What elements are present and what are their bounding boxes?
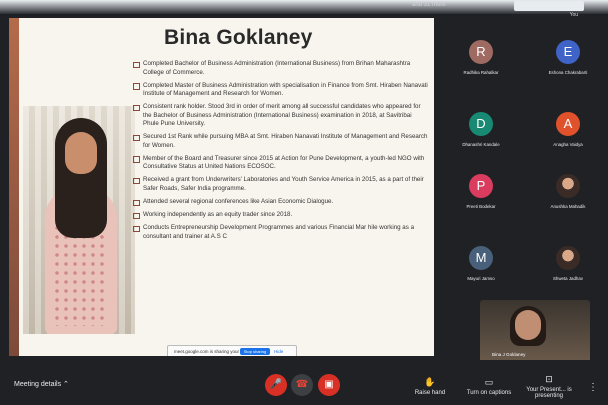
participant-tile[interactable]: P Preeti Bodekar	[458, 172, 504, 218]
speaker-photo	[23, 106, 135, 334]
participant-overflow-text: and 31 more	[412, 2, 446, 8]
presentation-slide: Bina Goklaney Completed Bachelor of Busi…	[9, 18, 434, 356]
present-icon: ⊡	[545, 374, 553, 384]
bullet-item: Completed Bachelor of Business Administr…	[133, 60, 429, 77]
bullet-item: Working independently as an equity trade…	[133, 211, 429, 220]
meeting-details-button[interactable]: Meeting details ⌃	[14, 380, 69, 388]
camera-off-icon[interactable]: ▣	[318, 374, 340, 396]
slide-accent-stripe	[9, 18, 19, 356]
participant-avatar	[556, 246, 580, 270]
participant-name: Preeti Bodekar	[466, 204, 496, 209]
mic-off-icon[interactable]: 🎤	[265, 374, 287, 396]
screen-share-notice: meet.google.com is sharing your screen. …	[167, 345, 297, 356]
hide-button[interactable]: Hide	[274, 349, 283, 354]
participant-avatar: E	[556, 40, 580, 64]
participant-name: Anagha Vaidya	[553, 142, 583, 147]
participant-tile[interactable]: D Dhanashri Kandale	[458, 110, 504, 156]
participant-avatar: P	[469, 174, 493, 198]
captions-button[interactable]: ▭ Turn on captions	[466, 377, 512, 396]
participant-tile[interactable]: Shweta Jadhav	[545, 244, 591, 290]
present-button[interactable]: ⊡ Your Present... is presenting	[526, 374, 572, 399]
top-self-chip	[514, 1, 584, 11]
participant-avatar	[556, 174, 580, 198]
participant-avatar: D	[469, 112, 493, 136]
bullet-item: Attended several regional conferences li…	[133, 198, 429, 207]
bullet-item: Received a grant from Underwriters' Labo…	[133, 176, 429, 193]
participant-name: Dhanashri Kandale	[462, 142, 500, 147]
stop-sharing-button[interactable]: Stop sharing	[240, 348, 270, 355]
participant-name: Mayuri Jamso	[467, 276, 495, 281]
participant-name: Radhika Rahalkar	[463, 70, 499, 75]
bullet-item: Completed Master of Business Administrat…	[133, 82, 429, 99]
raise-hand-button[interactable]: ✋ Raise hand	[414, 377, 446, 396]
bullet-item: Consistent rank holder. Stood 3rd in ord…	[133, 103, 429, 129]
participant-avatar: A	[556, 112, 580, 136]
leave-call-icon[interactable]: ☎	[291, 374, 313, 396]
hand-icon: ✋	[424, 377, 436, 387]
screen: and 31 more You Bina Goklaney Completed …	[0, 0, 608, 405]
participant-name: Anushka Mahadik	[550, 204, 586, 209]
participant-tile[interactable]: M Mayuri Jamso	[458, 244, 504, 290]
bullet-item: Member of the Board and Treasurer since …	[133, 155, 429, 172]
slide-title: Bina Goklaney	[164, 26, 313, 49]
self-view-tile[interactable]: Bina J Goklaney	[480, 300, 590, 363]
more-options-icon[interactable]: ⋮	[588, 382, 598, 393]
participant-name: Eshona Chakrabarti	[548, 70, 588, 75]
bullet-item: Secured 1st Rank while pursuing MBA at S…	[133, 133, 429, 150]
participant-avatar: R	[469, 40, 493, 64]
self-name-label: Bina J Goklaney	[492, 352, 526, 357]
participant-avatar: M	[469, 246, 493, 270]
participant-name: Shweta Jadhav	[552, 276, 584, 281]
participant-tile[interactable]: Anushka Mahadik	[545, 172, 591, 218]
participant-tile[interactable]: A Anagha Vaidya	[545, 110, 591, 156]
participant-tile[interactable]: E Eshona Chakrabarti	[545, 38, 591, 84]
top-self-caption: You	[569, 12, 578, 18]
bullet-list: Completed Bachelor of Business Administr…	[133, 60, 429, 246]
bottom-toolbar: Meeting details ⌃ 🎤 ☎ ▣ ✋ Raise hand ▭ Tur…	[0, 360, 608, 405]
bullet-item: Conducts Entrepreneurship Development Pr…	[133, 224, 429, 241]
captions-icon: ▭	[484, 377, 494, 387]
participant-tile[interactable]: R Radhika Rahalkar	[458, 38, 504, 84]
